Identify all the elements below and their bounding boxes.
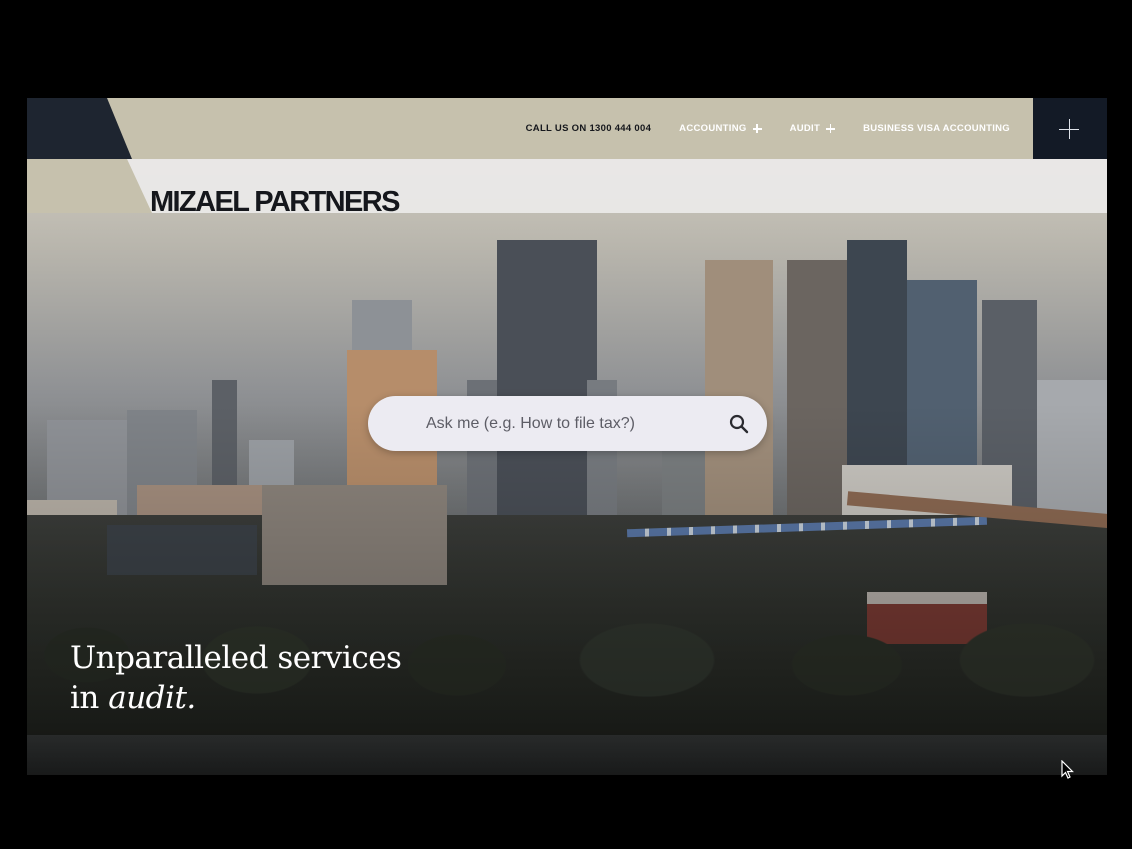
site-logo[interactable]: MIZAEL PARTNERS: [150, 186, 400, 219]
search-icon[interactable]: [727, 412, 751, 436]
nav-call-us[interactable]: CALL US ON 1300 444 004: [526, 123, 652, 134]
menu-toggle-button[interactable]: [1033, 98, 1107, 159]
tagline-line-2: in audit.: [70, 678, 401, 718]
nav-audit[interactable]: AUDIT: [790, 123, 836, 134]
mouse-cursor-icon: [1061, 760, 1074, 779]
nav-business-visa-accounting[interactable]: BUSINESS VISA ACCOUNTING: [863, 123, 1010, 134]
search-bar: [368, 396, 767, 451]
tagline-prefix: in: [70, 680, 109, 716]
hero-tagline: Unparalleled services in audit.: [70, 638, 402, 718]
tagline-emphasis: audit.: [108, 680, 196, 716]
search-input[interactable]: [424, 413, 718, 434]
nav-accounting[interactable]: ACCOUNTING: [679, 123, 762, 134]
nav-business-visa-label: BUSINESS VISA ACCOUNTING: [863, 123, 1010, 134]
nav-audit-label: AUDIT: [789, 123, 821, 134]
plus-icon: [826, 124, 836, 133]
main-nav: CALL US ON 1300 444 004 ACCOUNTING AUDIT…: [526, 98, 1010, 159]
plus-icon: [1059, 119, 1079, 139]
nav-call-us-label: CALL US ON 1300 444 004: [525, 123, 652, 134]
website-viewport: MIZAEL PARTNERS CALL US ON 1300 444 004 …: [27, 98, 1107, 775]
plus-icon: [752, 124, 762, 133]
nav-accounting-label: ACCOUNTING: [679, 123, 747, 134]
tagline-line-1: Unparalleled services: [70, 640, 402, 676]
